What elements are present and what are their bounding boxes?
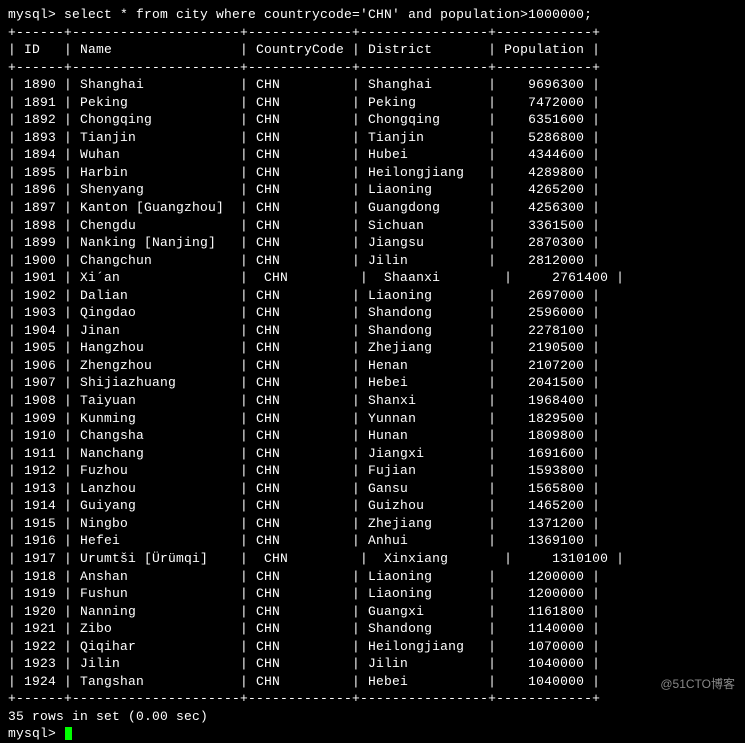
query-line: mysql> select * from city where countryc…	[8, 6, 737, 24]
table-row: | 1911 | Nanchang | CHN | Jiangxi | 1691…	[8, 445, 737, 463]
table-row: | 1899 | Nanking [Nanjing] | CHN | Jiang…	[8, 234, 737, 252]
table-row: | 1908 | Taiyuan | CHN | Shanxi | 196840…	[8, 392, 737, 410]
terminal-output: mysql> select * from city where countryc…	[8, 6, 737, 743]
table-border: +------+---------------------+----------…	[8, 690, 737, 708]
table-row: | 1914 | Guiyang | CHN | Guizhou | 14652…	[8, 497, 737, 515]
watermark: @51CTO博客	[660, 676, 735, 692]
table-row: | 1890 | Shanghai | CHN | Shanghai | 969…	[8, 76, 737, 94]
table-row: | 1919 | Fushun | CHN | Liaoning | 12000…	[8, 585, 737, 603]
mysql-prompt[interactable]: mysql>	[8, 725, 737, 743]
table-row: | 1906 | Zhengzhou | CHN | Henan | 21072…	[8, 357, 737, 375]
table-row: | 1924 | Tangshan | CHN | Hebei | 104000…	[8, 673, 737, 691]
table-row: | 1918 | Anshan | CHN | Liaoning | 12000…	[8, 568, 737, 586]
table-row: | 1891 | Peking | CHN | Peking | 7472000…	[8, 94, 737, 112]
table-row: | 1900 | Changchun | CHN | Jilin | 28120…	[8, 252, 737, 270]
table-row: | 1907 | Shijiazhuang | CHN | Hebei | 20…	[8, 374, 737, 392]
table-row: | 1901 | Xi´an | CHN | Shaanxi | 2761400…	[8, 269, 737, 287]
table-row: | 1923 | Jilin | CHN | Jilin | 1040000 |	[8, 655, 737, 673]
table-row: | 1917 | Urumtši [Ürümqi] | CHN | Xinxia…	[8, 550, 737, 568]
table-row: | 1893 | Tianjin | CHN | Tianjin | 52868…	[8, 129, 737, 147]
cursor-icon	[65, 727, 72, 740]
table-row: | 1894 | Wuhan | CHN | Hubei | 4344600 |	[8, 146, 737, 164]
table-row: | 1895 | Harbin | CHN | Heilongjiang | 4…	[8, 164, 737, 182]
table-row: | 1898 | Chengdu | CHN | Sichuan | 33615…	[8, 217, 737, 235]
table-row: | 1922 | Qiqihar | CHN | Heilongjiang | …	[8, 638, 737, 656]
table-row: | 1920 | Nanning | CHN | Guangxi | 11618…	[8, 603, 737, 621]
table-row: | 1912 | Fuzhou | CHN | Fujian | 1593800…	[8, 462, 737, 480]
table-row: | 1921 | Zibo | CHN | Shandong | 1140000…	[8, 620, 737, 638]
table-header: | ID | Name | CountryCode | District | P…	[8, 41, 737, 59]
table-row: | 1916 | Hefei | CHN | Anhui | 1369100 |	[8, 532, 737, 550]
table-row: | 1902 | Dalian | CHN | Liaoning | 26970…	[8, 287, 737, 305]
table-row: | 1913 | Lanzhou | CHN | Gansu | 1565800…	[8, 480, 737, 498]
table-row: | 1897 | Kanton [Guangzhou] | CHN | Guan…	[8, 199, 737, 217]
table-row: | 1896 | Shenyang | CHN | Liaoning | 426…	[8, 181, 737, 199]
table-row: | 1915 | Ningbo | CHN | Zhejiang | 13712…	[8, 515, 737, 533]
table-row: | 1909 | Kunming | CHN | Yunnan | 182950…	[8, 410, 737, 428]
table-row: | 1903 | Qingdao | CHN | Shandong | 2596…	[8, 304, 737, 322]
table-row: | 1904 | Jinan | CHN | Shandong | 227810…	[8, 322, 737, 340]
table-row: | 1910 | Changsha | CHN | Hunan | 180980…	[8, 427, 737, 445]
table-border: +------+---------------------+----------…	[8, 59, 737, 77]
table-border: +------+---------------------+----------…	[8, 24, 737, 42]
result-footer: 35 rows in set (0.00 sec)	[8, 708, 737, 726]
table-row: | 1892 | Chongqing | CHN | Chongqing | 6…	[8, 111, 737, 129]
table-row: | 1905 | Hangzhou | CHN | Zhejiang | 219…	[8, 339, 737, 357]
